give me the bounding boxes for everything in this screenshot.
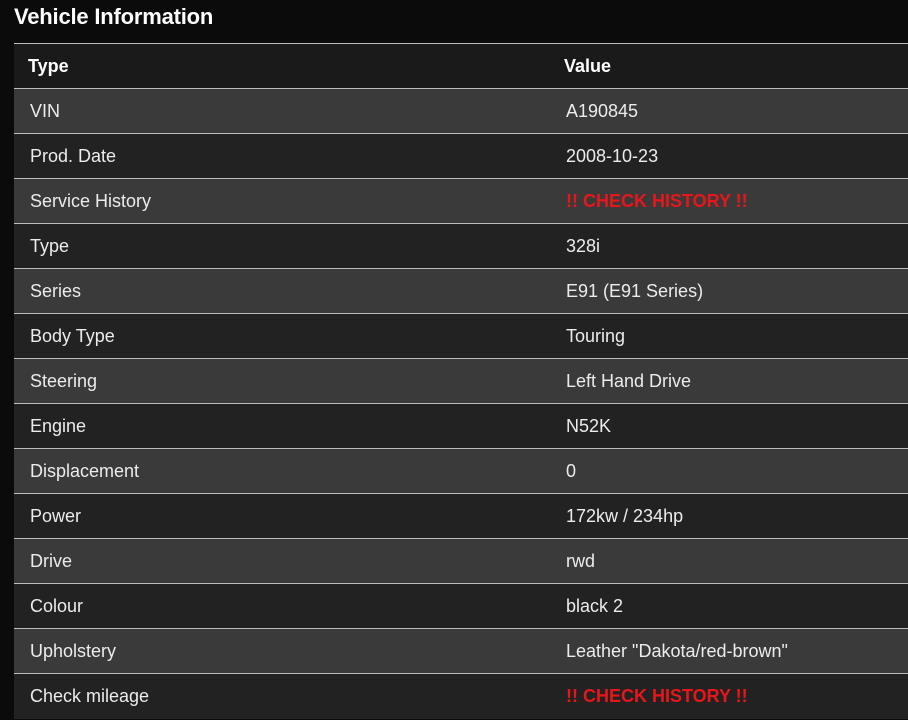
table-row: Engine N52K: [14, 403, 908, 449]
table-row: Colour black 2: [14, 583, 908, 629]
table-row: VIN A190845: [14, 88, 908, 134]
table-row: Check mileage !! CHECK HISTORY !!: [14, 673, 908, 719]
row-label: Displacement: [30, 460, 140, 481]
table-row: Service History !! CHECK HISTORY !!: [14, 178, 908, 224]
table-row: Power 172kw / 234hp: [14, 493, 908, 539]
page-title: Vehicle Information: [14, 4, 214, 29]
row-value: Left Hand Drive: [566, 370, 692, 391]
table-row: Drive rwd: [14, 538, 908, 584]
table-row: Prod. Date 2008-10-23: [14, 133, 908, 179]
row-value: 2008-10-23: [566, 145, 659, 166]
row-label: Upholstery: [30, 640, 117, 661]
table-row: Upholstery Leather "Dakota/red-brown": [14, 628, 908, 674]
row-label: Body Type: [30, 325, 115, 346]
row-value: N52K: [566, 415, 612, 436]
row-label: Power: [30, 505, 82, 526]
vehicle-info-table-wrapper: Type Value VIN A190845 Prod. Date 2008-1…: [14, 43, 908, 719]
row-value: 172kw / 234hp: [566, 505, 684, 526]
row-value: 0: [566, 460, 577, 481]
table-body: VIN A190845 Prod. Date 2008-10-23 Servic…: [14, 88, 908, 719]
table-row: Body Type Touring: [14, 313, 908, 359]
row-value: Leather "Dakota/red-brown": [566, 640, 788, 661]
warning-value: !! CHECK HISTORY !!: [566, 190, 748, 211]
table-row: Displacement 0: [14, 448, 908, 494]
table-header-row: Type Value: [14, 43, 908, 89]
column-header-value: Value: [564, 55, 612, 76]
row-label: Drive: [30, 550, 73, 571]
row-value: black 2: [566, 595, 624, 616]
row-label: Check mileage: [30, 685, 150, 706]
row-label: VIN: [30, 100, 61, 121]
row-value: 328i: [566, 235, 601, 256]
row-value: E91 (E91 Series): [566, 280, 704, 301]
table-row: Series E91 (E91 Series): [14, 268, 908, 314]
row-label: Prod. Date: [30, 145, 117, 166]
row-value: A190845: [566, 100, 639, 121]
row-label: Service History: [30, 190, 152, 211]
row-label: Steering: [30, 370, 98, 391]
table-row: Steering Left Hand Drive: [14, 358, 908, 404]
row-label: Type: [30, 235, 70, 256]
row-value: rwd: [566, 550, 596, 571]
column-header-type: Type: [28, 55, 69, 76]
warning-value: !! CHECK HISTORY !!: [566, 685, 748, 706]
row-value: Touring: [566, 325, 626, 346]
row-label: Colour: [30, 595, 84, 616]
table-row: Type 328i: [14, 223, 908, 269]
row-label: Series: [30, 280, 82, 301]
vehicle-info-table: Type Value VIN A190845 Prod. Date 2008-1…: [14, 43, 908, 719]
row-label: Engine: [30, 415, 87, 436]
